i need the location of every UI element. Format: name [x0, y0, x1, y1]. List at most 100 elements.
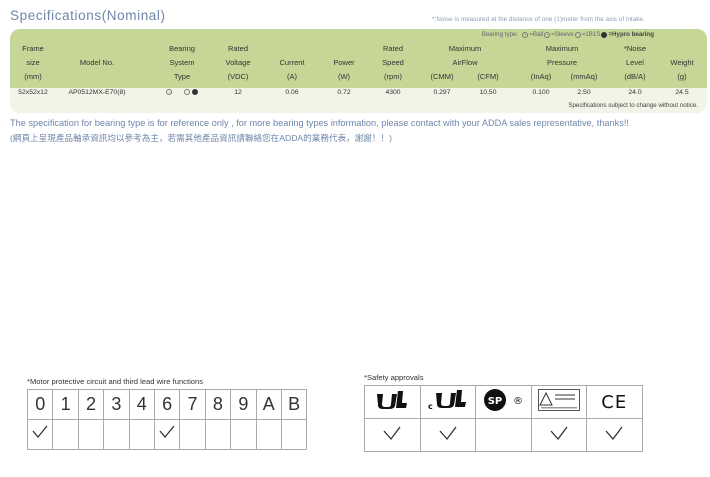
hypro-bearing-icon [601, 31, 608, 38]
column-header: (CFM) [477, 72, 499, 81]
motor-check-cell [103, 419, 130, 450]
bearing-legend-ball: =Ball [529, 31, 544, 38]
column-header: (dB/A) [624, 72, 646, 81]
column-header: Current [279, 58, 305, 67]
safety-approvals-grid: c SP ® CE [364, 385, 643, 452]
checkmark-icon [32, 425, 48, 439]
bearing-legend-sleeve: =Sleeve [551, 31, 574, 38]
csa-reg-mark: ® [513, 396, 523, 407]
motor-check-cell [230, 419, 257, 450]
cell-pressure-mmaq: 2.50 [577, 89, 591, 96]
column-header: Bearing [169, 44, 195, 53]
svg-text:SP: SP [488, 396, 503, 407]
reference-note-zh: (網頁上呈現產品軸承資訊均以參考為主，若需其他產品資訊請聯絡您在ADDA的業務代… [10, 133, 392, 143]
safety-check-cell [586, 418, 643, 452]
bearing-legend-b1s: =1B1S [581, 31, 601, 38]
motor-check-cell [26, 419, 54, 450]
ball-bearing-icon [522, 31, 529, 38]
column-header: System [169, 58, 195, 67]
ul-logo-cell [364, 385, 421, 419]
motor-code-cell: 0 [26, 389, 54, 420]
column-header: Power [333, 58, 355, 67]
motor-code-cell: B [280, 389, 308, 420]
motor-check-cell [255, 419, 282, 450]
column-header: AirFlow [452, 58, 478, 67]
column-header: (W) [337, 72, 351, 81]
checkmark-icon [383, 426, 401, 440]
column-header: Type [173, 72, 191, 81]
motor-check-cell [280, 419, 308, 450]
hypro-bearing-icon [191, 89, 198, 96]
column-header: Rated [227, 44, 248, 53]
safety-check-cell [364, 418, 421, 452]
cul-icon: c [428, 389, 466, 411]
column-header: (CMM) [430, 72, 454, 81]
column-header: (VDC) [227, 72, 249, 81]
checkmark-icon [605, 426, 623, 440]
checkmark-icon [159, 425, 175, 439]
column-header: (mm) [24, 72, 42, 81]
safety-check-cell [475, 418, 532, 452]
cell-pressure-inaq: 0.100 [532, 89, 550, 96]
bearing-legend-prefix: Bearing type: [481, 31, 519, 38]
noise-note: *:Noise is measured at the distance of o… [432, 16, 645, 23]
cell-bearing-type [160, 87, 204, 99]
csa-icon: SP ® [484, 388, 523, 411]
motor-code-cell: A [255, 389, 282, 420]
motor-check-cell [204, 419, 232, 450]
motor-code-cell: 7 [179, 389, 206, 420]
ul-icon [377, 390, 408, 409]
column-header: Maximum [448, 44, 482, 53]
cell-frame-size: 52x52x12 [18, 89, 48, 96]
sleeve-bearing-icon [544, 31, 551, 38]
cell-current: 0.06 [285, 89, 299, 96]
checkmark-icon [550, 426, 568, 440]
motor-code-cell: 8 [204, 389, 232, 420]
safety-section-title: *Safety approvals [364, 373, 424, 382]
page-title: Specifications(Nominal) [10, 8, 166, 23]
motor-check-cell [153, 419, 181, 450]
column-header: Speed [382, 58, 404, 67]
column-header: Weight [670, 58, 694, 67]
motor-check-cell [52, 419, 79, 450]
column-header: Maximum [545, 44, 579, 53]
column-header: Model No. [79, 58, 115, 67]
cell-speed: 4300 [385, 89, 401, 96]
column-header: size [26, 58, 40, 67]
cell-power: 0.72 [337, 89, 351, 96]
cell-airflow-cfm: 10.50 [479, 89, 497, 96]
column-header: (InAq) [530, 72, 552, 81]
cell-noise: 24.0 [628, 89, 642, 96]
safety-check-cell [419, 418, 476, 452]
column-header: (mmAq) [570, 72, 598, 81]
svg-text:c: c [428, 402, 433, 411]
safety-check-cell [530, 418, 587, 452]
tuv-logo-cell [530, 385, 587, 419]
spec-note: Specifications subject to change without… [568, 102, 698, 109]
column-header: Voltage [225, 58, 251, 67]
motor-function-grid: 012346789AB [26, 389, 308, 450]
column-header: (g) [677, 72, 687, 81]
csa-logo-cell: SP ® [475, 385, 532, 419]
motor-code-cell: 6 [153, 389, 181, 420]
tuv-icon [537, 388, 580, 411]
column-header: Frame [22, 44, 44, 53]
ce-logo-cell: CE [586, 385, 643, 419]
motor-code-cell: 3 [103, 389, 130, 420]
bearing-legend: Bearing type: =Ball =Sleeve =1B1S =Hypro… [482, 31, 654, 38]
column-header: Rated [382, 44, 403, 53]
column-header: (A) [287, 72, 297, 81]
column-header: Pressure [546, 58, 577, 67]
cell-airflow-cmm: 0.297 [433, 89, 451, 96]
cell-voltage: 12 [234, 89, 242, 96]
cell-model: AP0512MX-E70(8) [68, 89, 126, 96]
cul-logo-cell: c [419, 385, 476, 419]
motor-code-cell: 9 [230, 389, 257, 420]
motor-check-cell [77, 419, 105, 450]
motor-section-title: *Motor protective circuit and third lead… [27, 377, 204, 386]
checkmark-icon [439, 426, 457, 440]
b1s-bearing-icon [183, 89, 190, 96]
motor-code-cell: 4 [128, 389, 155, 420]
b1s-bearing-icon [574, 31, 581, 38]
cell-weight: 24.5 [675, 89, 689, 96]
